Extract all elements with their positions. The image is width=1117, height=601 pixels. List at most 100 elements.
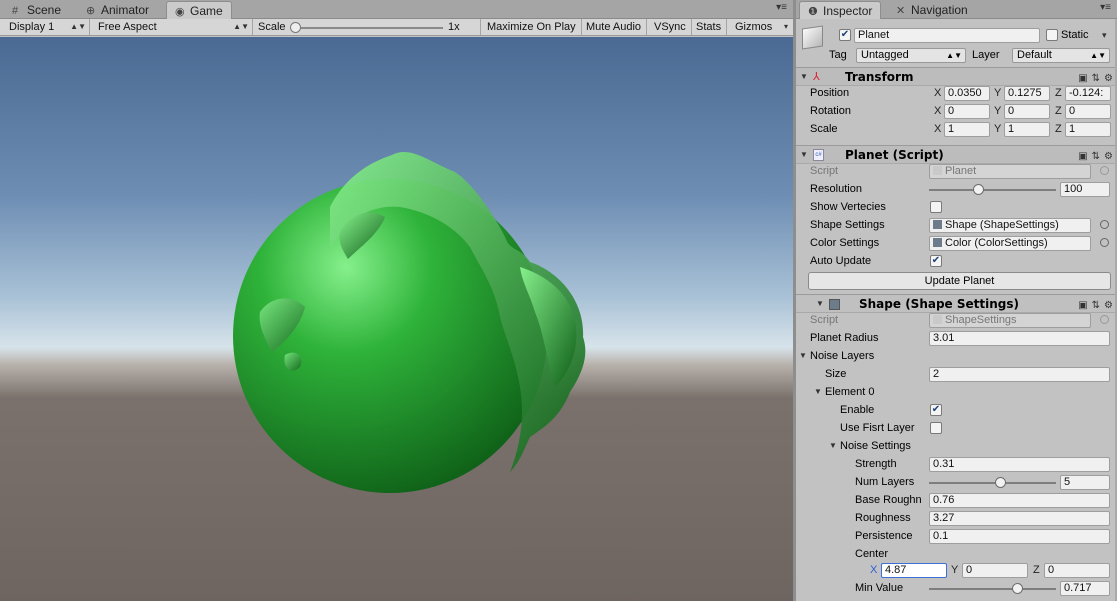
object-picker-icon[interactable] [1100,238,1109,247]
center-x-field[interactable]: 4.87 [881,563,947,578]
vsync-toggle[interactable]: VSync [649,19,692,35]
position-x-field[interactable]: 0.0350 [944,86,990,101]
axis-y-label: Y [994,87,1002,99]
rotation-x-field[interactable]: 0 [944,104,990,119]
tab-animator-label: Animator [101,3,150,17]
script-row: Script Planet [796,162,1117,180]
tab-game[interactable]: ◉ Game [166,1,232,19]
maximize-on-play-toggle[interactable]: Maximize On Play [482,19,582,35]
num-layers-row: Num Layers 5 [796,473,1117,491]
enable-checkbox[interactable]: ✔ [930,404,942,416]
update-button-row: Update Planet [796,271,1117,291]
resolution-slider-thumb[interactable] [972,184,984,195]
color-settings-field[interactable]: Color (ColorSettings) [929,236,1091,251]
tag-label: Tag [829,49,847,61]
shape-settings-label: Shape Settings [810,219,885,231]
panel-menu-icon[interactable]: ▾≡ [1100,2,1111,13]
min-value-field[interactable]: 0.717 [1060,581,1110,596]
element0-row[interactable]: ▼ Element 0 [796,383,1117,401]
foldout-arrow-icon[interactable]: ▼ [799,347,807,365]
tag-dropdown[interactable]: Untagged ▲▼ [856,48,966,63]
show-vertecies-checkbox[interactable] [930,201,942,213]
strength-field[interactable]: 0.31 [929,457,1110,472]
static-checkbox[interactable] [1046,29,1058,41]
size-field[interactable]: 2 [929,367,1110,382]
tag-value: Untagged [861,49,909,61]
rotation-z-field[interactable]: 0 [1065,104,1111,119]
shape-script-value: ShapeSettings [945,314,1017,326]
rotation-label: Rotation [810,105,851,117]
planet-render [233,151,586,493]
strength-row: Strength 0.31 [796,455,1117,473]
static-dropdown-icon[interactable]: ▾ [1102,26,1107,44]
position-y-field[interactable]: 0.1275 [1004,86,1050,101]
tab-scene[interactable]: # Scene [4,1,69,19]
vsync-label: VSync [654,21,686,33]
foldout-arrow-icon[interactable]: ▼ [814,383,822,401]
axis-z-label: Z [1055,105,1062,117]
planet-radius-field[interactable]: 3.01 [929,331,1110,346]
tab-inspector[interactable]: ❶ Inspector [799,1,882,19]
roughness-field[interactable]: 3.27 [929,511,1110,526]
num-layers-slider-track[interactable] [929,482,1056,484]
noise-settings-row[interactable]: ▼ Noise Settings [796,437,1117,455]
resolution-field[interactable]: 100 [1060,182,1110,197]
min-value-slider-track[interactable] [929,588,1056,590]
auto-update-checkbox[interactable]: ✔ [930,255,942,267]
display-dropdown[interactable]: Display 1 ▲▼ [4,19,90,35]
auto-update-label: Auto Update [810,255,872,267]
stats-toggle[interactable]: Stats [691,19,728,35]
resolution-slider-track[interactable] [929,189,1056,191]
scriptable-object-icon [933,238,942,247]
axis-x-label: X [870,564,878,576]
axis-z-label: Z [1055,87,1062,99]
game-viewport[interactable] [0,37,793,601]
axis-z-label: Z [1055,123,1062,135]
tab-animator[interactable]: ⊕ Animator [78,1,157,19]
script-label: Script [810,165,839,177]
aspect-dropdown-value: Free Aspect [98,21,157,33]
stats-label: Stats [696,21,722,33]
rotation-y-field[interactable]: 0 [1004,104,1050,119]
layer-value: Default [1017,49,1052,61]
enable-label: Enable [840,404,875,416]
scale-y-field[interactable]: 1 [1004,122,1050,137]
scale-label: Scale [258,21,286,33]
scale-row: Scale X 1 Y 1 Z 1 [796,120,1117,138]
axis-y-label: Y [994,105,1002,117]
scale-slider-track[interactable] [293,27,443,29]
scale-x-field[interactable]: 1 [944,122,990,137]
active-checkbox[interactable]: ✔ [839,29,851,41]
scale-slider-thumb[interactable] [290,22,301,33]
center-z-field[interactable]: 0 [1044,563,1110,578]
center-y-field[interactable]: 0 [962,563,1028,578]
num-layers-field[interactable]: 5 [1060,475,1110,490]
object-picker-icon [1100,315,1109,324]
persistence-field[interactable]: 0.1 [929,529,1110,544]
gizmos-dropdown[interactable]: Gizmos ▾ [730,19,791,35]
shape-settings-field[interactable]: Shape (ShapeSettings) [929,218,1091,233]
strength-label: Strength [855,458,897,470]
foldout-arrow-icon[interactable]: ▼ [829,437,837,455]
layer-dropdown[interactable]: Default ▲▼ [1012,48,1110,63]
object-name-field[interactable]: Planet [854,28,1040,43]
mute-audio-toggle[interactable]: Mute Audio [581,19,648,35]
use-first-layer-checkbox[interactable] [930,422,942,434]
num-layers-slider-thumb[interactable] [995,477,1007,488]
tag-layer-row: Tag Untagged ▲▼ Layer Default ▲▼ [796,46,1117,64]
tab-navigation[interactable]: ✕ Navigation [888,1,976,19]
use-first-layer-label: Use Fisrt Layer [840,422,915,434]
panel-menu-icon[interactable]: ▾≡ [776,2,787,13]
min-value-slider-thumb[interactable] [1011,583,1023,594]
info-icon: ❶ [808,6,818,18]
axis-x-label: X [934,105,942,117]
aspect-dropdown[interactable]: Free Aspect ▲▼ [93,19,253,35]
axis-x-label: X [934,87,942,99]
scale-z-field[interactable]: 1 [1065,122,1111,137]
noise-layers-row[interactable]: ▼ Noise Layers [796,347,1117,365]
object-picker-icon[interactable] [1100,220,1109,229]
base-roughness-field[interactable]: 0.76 [929,493,1110,508]
update-planet-button[interactable]: Update Planet [808,272,1111,290]
position-z-field[interactable]: -0.124: [1065,86,1111,101]
game-panel: # Scene ⊕ Animator ◉ Game ▾≡ Display 1 ▲▼ Fr… [0,0,793,601]
